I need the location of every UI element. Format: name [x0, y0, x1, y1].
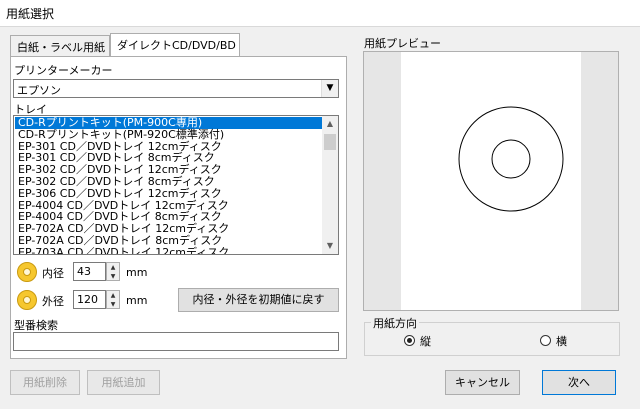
title-bar: 用紙選択	[0, 0, 640, 27]
inner-diameter-input[interactable]: 43	[73, 262, 106, 281]
inner-diameter-unit: mm	[126, 266, 148, 279]
spin-down-icon[interactable]: ▼	[107, 272, 119, 281]
inner-diameter-label: 内径	[42, 267, 64, 280]
list-item[interactable]: EP-702A CD／DVDトレイ 8cmディスク	[15, 235, 323, 247]
inner-diameter-spinner[interactable]: ▲ ▼	[106, 262, 120, 281]
cancel-button[interactable]: キャンセル	[445, 370, 520, 395]
scroll-up-icon[interactable]: ▲	[322, 116, 338, 132]
list-item[interactable]: EP-302 CD／DVDトレイ 8cmディスク	[15, 176, 323, 188]
list-item[interactable]: EP-703A CD／DVDトレイ 12cmディスク	[15, 246, 323, 254]
outer-diameter-unit: mm	[126, 294, 148, 307]
preview-label: 用紙プレビュー	[364, 37, 441, 50]
tray-scrollbar[interactable]: ▲ ▼	[322, 116, 338, 254]
next-button[interactable]: 次へ	[542, 370, 616, 395]
outer-diameter-spinner[interactable]: ▲ ▼	[106, 290, 120, 309]
printer-maker-value: エプソン	[17, 84, 61, 97]
orientation-group: 用紙方向	[364, 315, 620, 356]
list-item[interactable]: CD-Rプリントキット(PM-920C標準添付)	[15, 128, 323, 141]
delete-paper-button[interactable]: 用紙削除	[10, 370, 80, 395]
orientation-landscape-label: 横	[556, 335, 567, 348]
window-title: 用紙選択	[6, 7, 55, 21]
orientation-label: 用紙方向	[371, 315, 419, 331]
model-search-input[interactable]	[13, 332, 339, 351]
preview-sheet	[401, 52, 581, 310]
spin-up-icon[interactable]: ▲	[107, 291, 119, 300]
disc-outline-icon	[458, 106, 564, 212]
scroll-down-icon[interactable]: ▼	[322, 238, 338, 254]
orientation-portrait-label: 縦	[420, 335, 431, 348]
chevron-down-icon[interactable]: ▼	[321, 80, 338, 97]
orientation-portrait-radio[interactable]	[404, 335, 415, 346]
tab-label: 白紙・ラベル用紙	[17, 41, 105, 54]
printer-maker-dropdown[interactable]: エプソン ▼	[13, 79, 339, 98]
tab-direct-cd-dvd-bd[interactable]: ダイレクトCD/DVD/BD	[110, 33, 240, 56]
spin-up-icon[interactable]: ▲	[107, 263, 119, 272]
spin-down-icon[interactable]: ▼	[107, 300, 119, 309]
add-paper-button[interactable]: 用紙追加	[87, 370, 160, 395]
tab-plain-label[interactable]: 白紙・ラベル用紙	[10, 35, 110, 56]
tab-label: ダイレクトCD/DVD/BD	[117, 39, 236, 52]
outer-diameter-label: 外径	[42, 295, 64, 308]
scroll-thumb[interactable]	[324, 134, 336, 150]
outer-diameter-icon	[17, 290, 37, 310]
outer-diameter-input[interactable]: 120	[73, 290, 106, 309]
printer-maker-label: プリンターメーカー	[14, 64, 113, 77]
tray-listbox[interactable]: CD-Rプリントキット(PM-900C専用) CD-Rプリントキット(PM-92…	[13, 115, 339, 255]
orientation-landscape-radio[interactable]	[540, 335, 551, 346]
list-item[interactable]: EP-306 CD／DVDトレイ 12cmディスク	[15, 187, 323, 200]
inner-diameter-icon	[17, 262, 37, 282]
reset-diameter-button[interactable]: 内径・外径を初期値に戻す	[178, 288, 339, 312]
paper-preview	[363, 51, 619, 311]
model-search-label: 型番検索	[14, 319, 58, 332]
